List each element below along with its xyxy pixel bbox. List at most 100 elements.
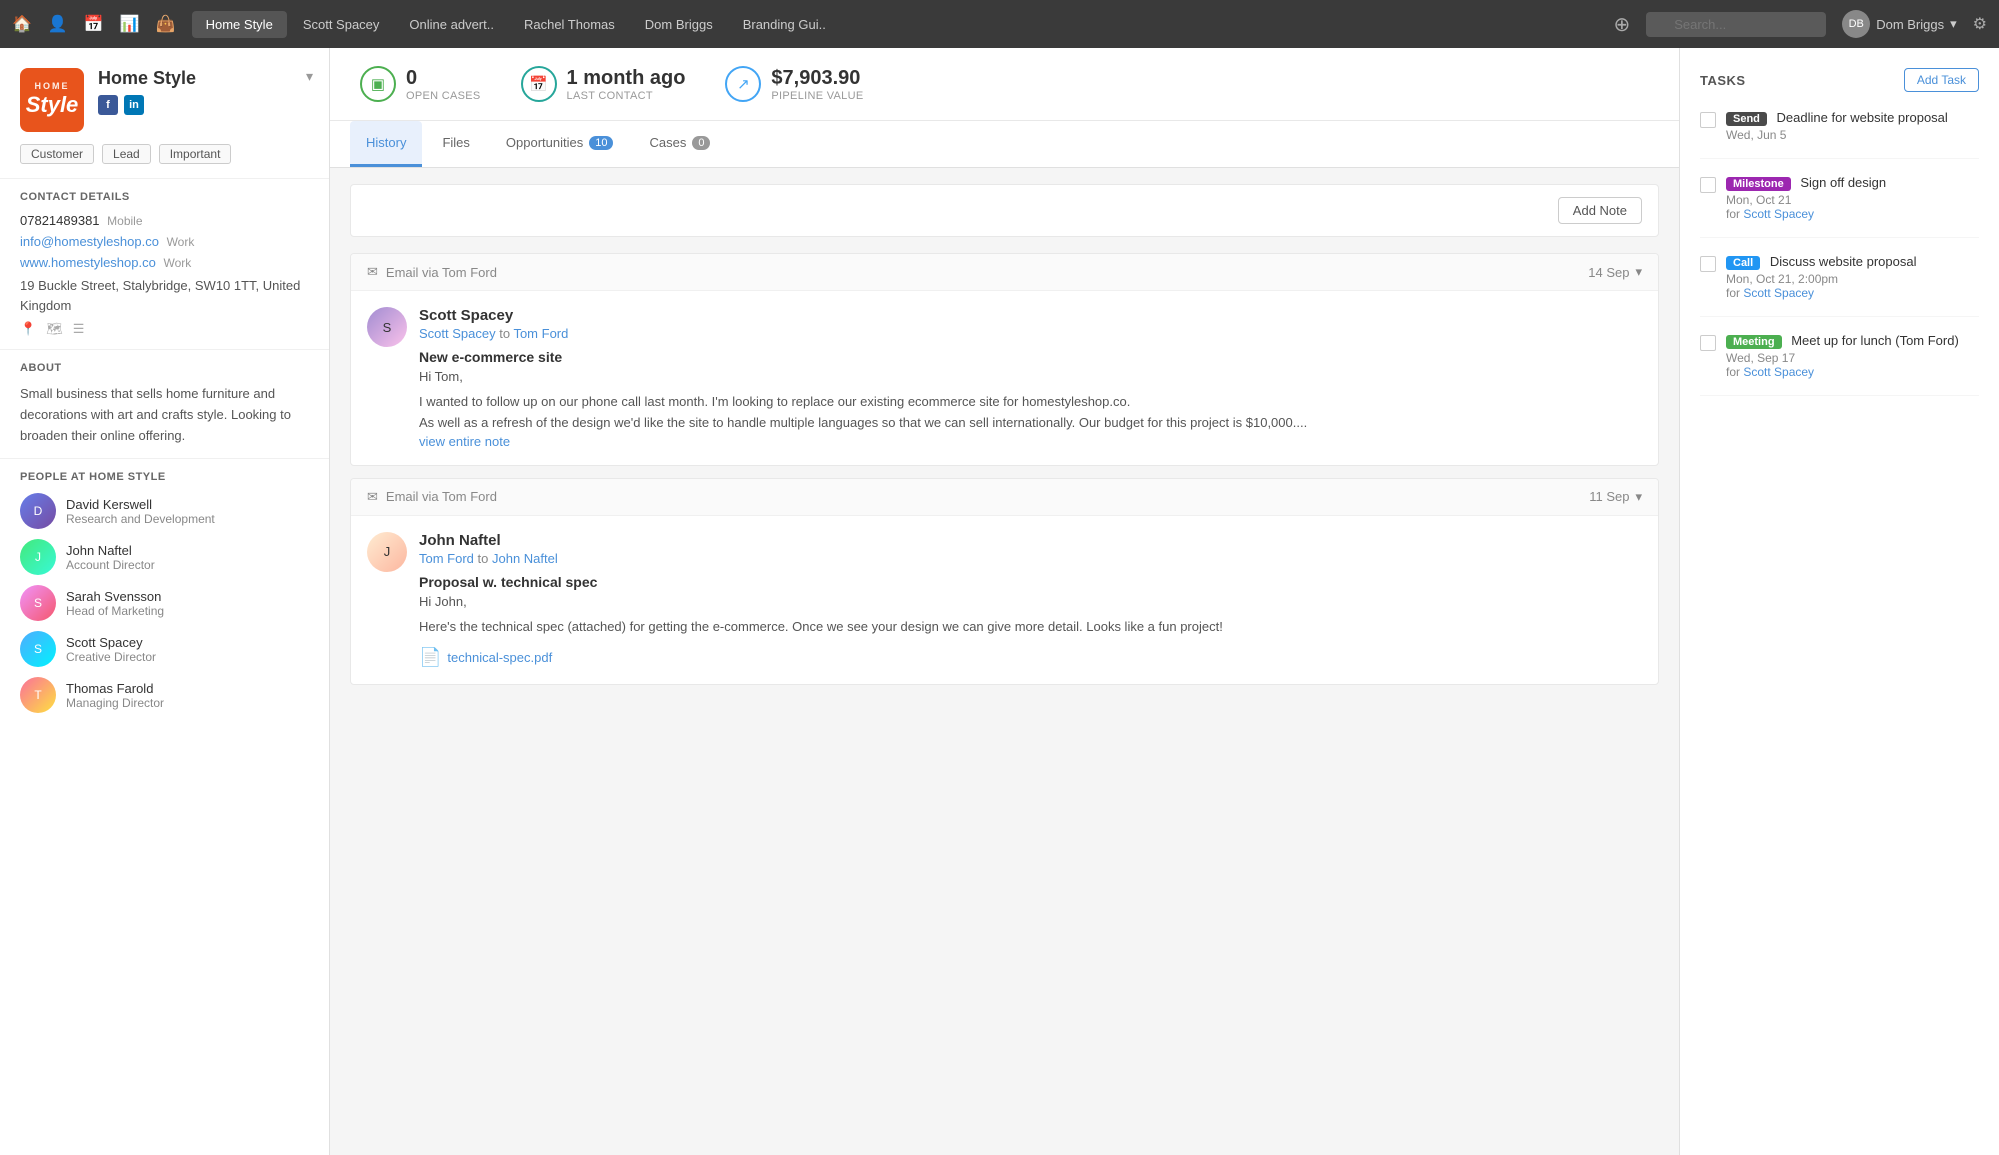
company-tag[interactable]: Lead — [102, 144, 151, 164]
person-role: Managing Director — [66, 696, 164, 710]
email-subject: New e-commerce site — [419, 349, 1642, 365]
stat-item: ▣ 0 OPEN CASES — [360, 66, 481, 102]
stat-label: LAST CONTACT — [567, 90, 686, 102]
email-item[interactable]: info@homestyleshop.co Work — [20, 234, 309, 249]
chevron-down-icon: ▾ — [1950, 16, 1957, 32]
view-more-link[interactable]: view entire note — [419, 434, 510, 449]
email-greeting: Hi Tom, — [419, 369, 1642, 384]
chevron-down-icon[interactable]: ▾ — [1635, 489, 1642, 505]
tab-files[interactable]: Files — [426, 121, 485, 167]
stat-number: 1 month ago — [567, 67, 686, 90]
task-checkbox[interactable] — [1700, 256, 1716, 272]
tasks-list: Send Deadline for website proposal Wed, … — [1700, 110, 1979, 396]
linkedin-badge[interactable]: in — [124, 95, 144, 115]
email-body: J John Naftel Tom Ford to John Naftel Pr… — [351, 516, 1658, 685]
task-for: for Scott Spacey — [1726, 286, 1979, 300]
add-tab-button[interactable]: ⊕ — [1605, 8, 1638, 41]
task-person-link[interactable]: Scott Spacey — [1743, 207, 1814, 221]
tags-container: Customer Lead Important — [0, 144, 329, 178]
email-via-label: Email via Tom Ford — [386, 265, 497, 280]
attachment-link[interactable]: technical-spec.pdf — [447, 650, 552, 665]
bag-icon[interactable]: 👜 — [156, 14, 176, 34]
content-area: Add Note ✉ Email via Tom Ford 14 Sep ▾ S… — [330, 168, 1679, 713]
task-date: Mon, Oct 21, 2:00pm — [1726, 272, 1979, 286]
settings-icon[interactable]: ⚙ — [1973, 14, 1987, 34]
task-description: Meet up for lunch (Tom Ford) — [1791, 333, 1959, 348]
stat-item: ↗ $7,903.90 PIPELINE VALUE — [725, 66, 863, 102]
website-item[interactable]: www.homestyleshop.co Work — [20, 255, 309, 270]
email-icon: ✉ — [367, 264, 378, 280]
sender-name: Scott Spacey — [419, 307, 1642, 324]
task-date: Mon, Oct 21 — [1726, 193, 1979, 207]
company-tag[interactable]: Customer — [20, 144, 94, 164]
email-route: Tom Ford to John Naftel — [419, 551, 1642, 566]
task-date: Wed, Sep 17 — [1726, 351, 1979, 365]
task-description: Deadline for website proposal — [1777, 110, 1948, 125]
stat-icon: 📅 — [521, 66, 557, 102]
list-item[interactable]: T Thomas Farold Managing Director — [20, 677, 309, 713]
chevron-down-icon[interactable]: ▾ — [1635, 264, 1642, 280]
tab-history[interactable]: History — [350, 121, 422, 167]
avatar: D — [20, 493, 56, 529]
email-card: ✉ Email via Tom Ford 11 Sep ▾ J John Naf… — [350, 478, 1659, 686]
list-item[interactable]: J John Naftel Account Director — [20, 539, 309, 575]
add-note-button[interactable]: Add Note — [1558, 197, 1642, 224]
task-item: Send Deadline for website proposal Wed, … — [1700, 110, 1979, 159]
list-item[interactable]: S Scott Spacey Creative Director — [20, 631, 309, 667]
tasks-title: TASKS — [1700, 73, 1746, 88]
nav-tab[interactable]: Online advert.. — [395, 11, 508, 38]
task-checkbox[interactable] — [1700, 335, 1716, 351]
tab-badge: 0 — [692, 136, 710, 150]
person-name: David Kerswell — [66, 497, 215, 512]
stat-label: OPEN CASES — [406, 90, 481, 102]
attachment[interactable]: 📄 technical-spec.pdf — [419, 647, 1642, 668]
add-task-button[interactable]: Add Task — [1904, 68, 1979, 92]
company-header: HOME Style Home Style f in ▾ — [0, 48, 329, 144]
email-subject: Proposal w. technical spec — [419, 574, 1642, 590]
stat-item: 📅 1 month ago LAST CONTACT — [521, 66, 686, 102]
email-date: 11 Sep — [1589, 489, 1629, 504]
chart-icon[interactable]: 📊 — [120, 14, 140, 34]
task-description: Sign off design — [1800, 175, 1886, 190]
task-person-link[interactable]: Scott Spacey — [1743, 365, 1814, 379]
task-item: Meeting Meet up for lunch (Tom Ford) Wed… — [1700, 333, 1979, 396]
contact-details-section: CONTACT DETAILS 07821489381 Mobile info@… — [0, 178, 329, 349]
search-input[interactable] — [1646, 12, 1826, 37]
top-navigation: 🏠 👤 📅 📊 👜 Home StyleScott SpaceyOnline a… — [0, 0, 1999, 48]
username-label: Dom Briggs — [1876, 17, 1944, 32]
phone-item: 07821489381 Mobile — [20, 213, 309, 228]
stat-number: 0 — [406, 67, 481, 90]
person-icon[interactable]: 👤 — [48, 14, 68, 34]
task-checkbox[interactable] — [1700, 177, 1716, 193]
user-menu[interactable]: DB Dom Briggs ▾ — [1842, 10, 1956, 38]
stat-icon: ▣ — [360, 66, 396, 102]
task-item: Call Discuss website proposal Mon, Oct 2… — [1700, 254, 1979, 317]
task-person-link[interactable]: Scott Spacey — [1743, 286, 1814, 300]
task-checkbox[interactable] — [1700, 112, 1716, 128]
email-card: ✉ Email via Tom Ford 14 Sep ▾ S Scott Sp… — [350, 253, 1659, 466]
nav-tab[interactable]: Branding Gui.. — [729, 11, 840, 38]
list-item[interactable]: D David Kerswell Research and Developmen… — [20, 493, 309, 529]
nav-tab[interactable]: Dom Briggs — [631, 11, 727, 38]
email-route: Scott Spacey to Tom Ford — [419, 326, 1642, 341]
home-icon[interactable]: 🏠 — [12, 14, 32, 34]
company-dropdown-icon[interactable]: ▾ — [306, 68, 313, 85]
email-icon: ✉ — [367, 489, 378, 505]
nav-tab[interactable]: Rachel Thomas — [510, 11, 629, 38]
person-role: Creative Director — [66, 650, 156, 664]
nav-tab[interactable]: Scott Spacey — [289, 11, 394, 38]
add-note-bar: Add Note — [350, 184, 1659, 237]
search-wrapper — [1646, 12, 1826, 37]
tab-cases[interactable]: Cases 0 — [633, 121, 726, 167]
facebook-badge[interactable]: f — [98, 95, 118, 115]
map-icon: 🗺 — [46, 321, 63, 337]
tab-opportunities[interactable]: Opportunities 10 — [490, 121, 630, 167]
nav-tab[interactable]: Home Style — [192, 11, 287, 38]
pdf-icon: 📄 — [419, 647, 441, 668]
task-type-badge: Call — [1726, 256, 1760, 270]
calendar-icon[interactable]: 📅 — [84, 14, 104, 34]
stat-icon: ↗ — [725, 66, 761, 102]
person-name: John Naftel — [66, 543, 155, 558]
list-item[interactable]: S Sarah Svensson Head of Marketing — [20, 585, 309, 621]
company-tag[interactable]: Important — [159, 144, 232, 164]
